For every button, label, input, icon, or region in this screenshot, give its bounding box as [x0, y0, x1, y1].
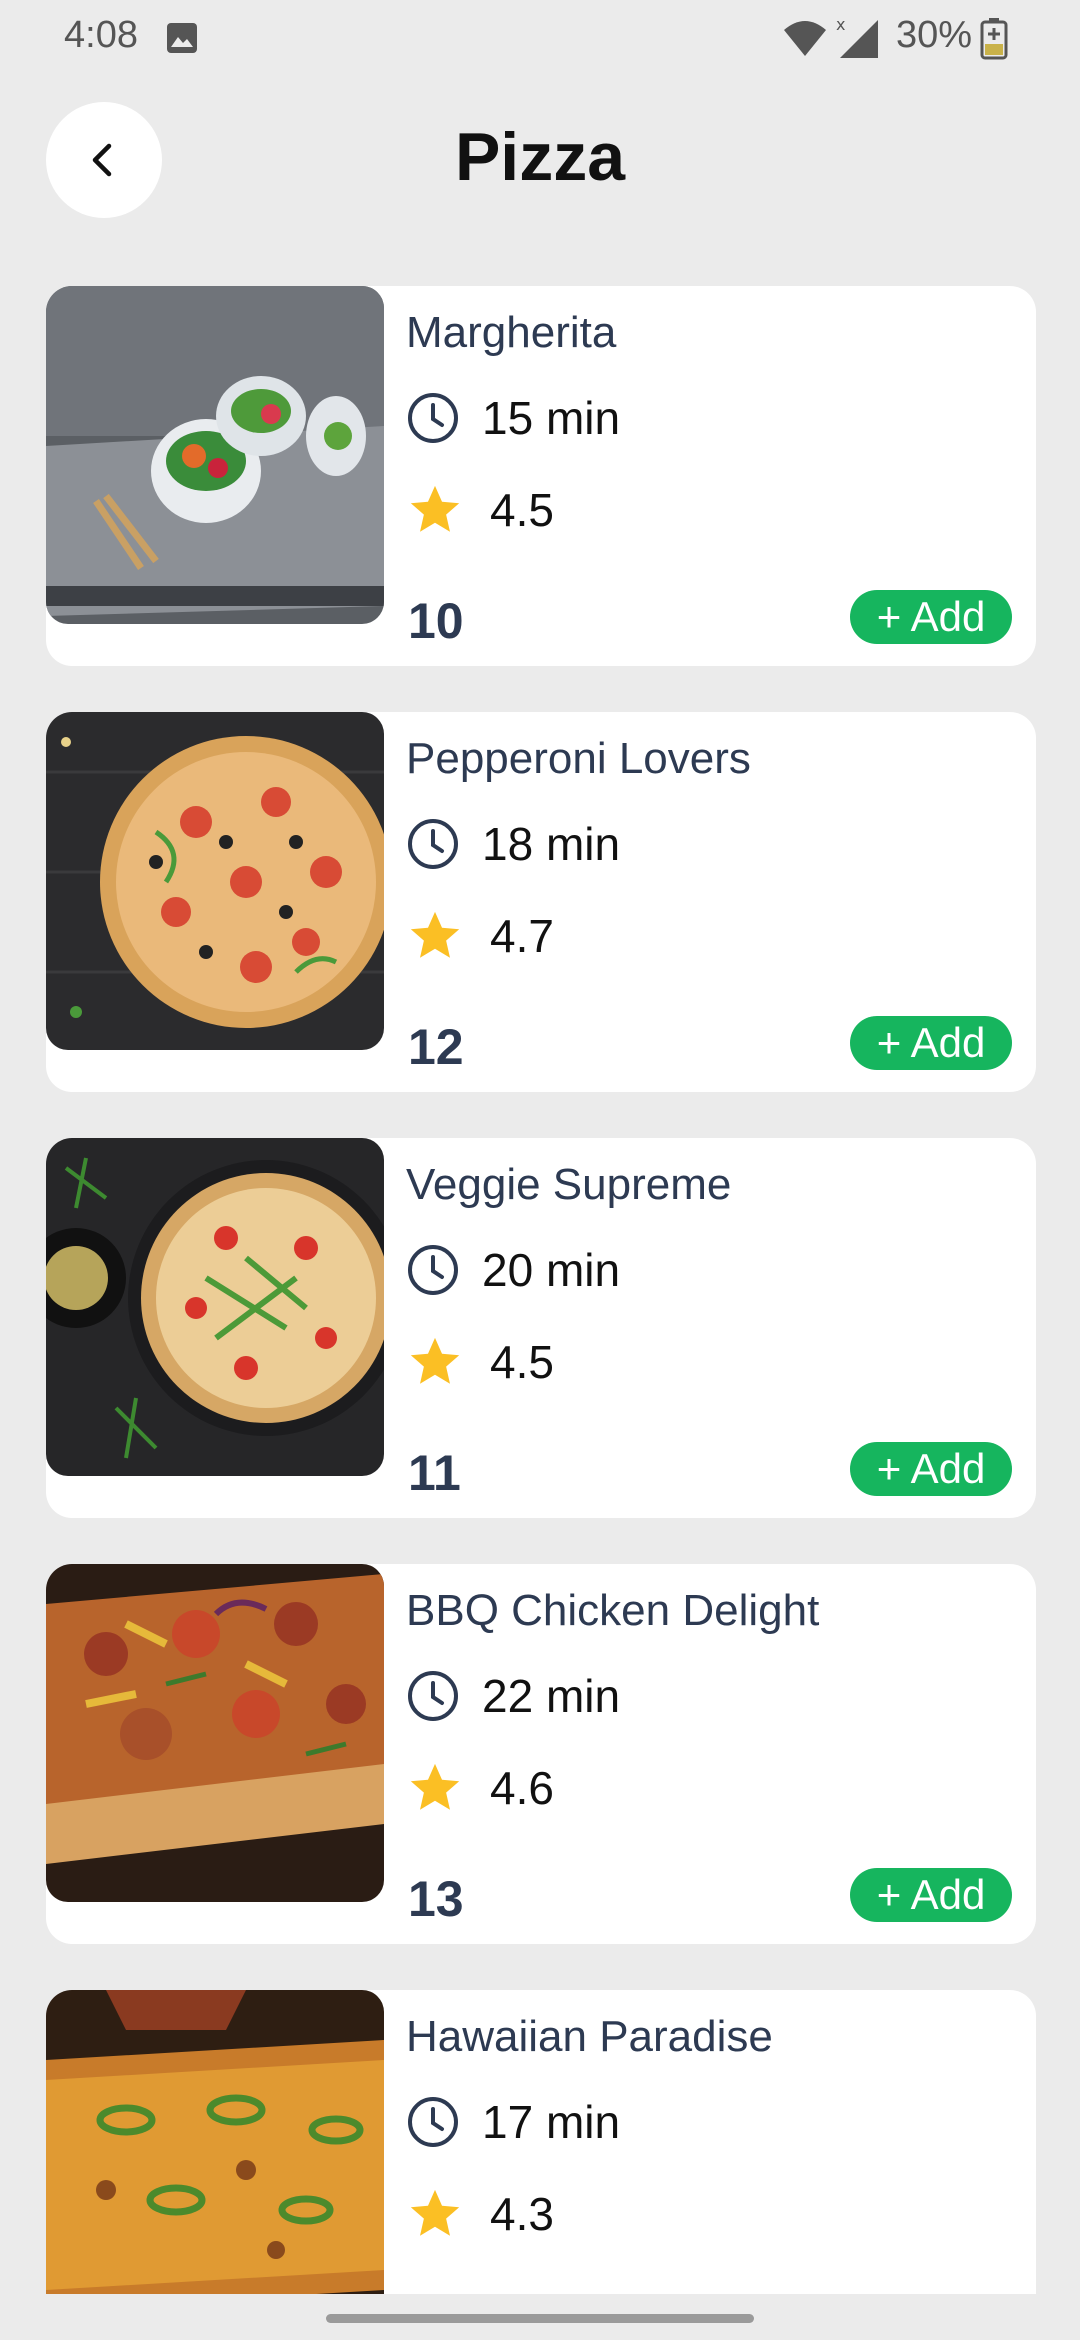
item-name: Margherita	[406, 308, 617, 357]
status-time: 4:08	[64, 14, 138, 56]
item-price: 11	[408, 1445, 461, 1501]
signal-icon: x	[836, 16, 878, 58]
clock-icon	[408, 819, 458, 869]
prep-time-text: 18 min	[482, 818, 621, 870]
item-price: 12	[408, 1019, 464, 1075]
prep-time: 18 min	[406, 816, 620, 872]
status-bar: 4:08 x 30%	[0, 0, 1080, 78]
rating-text: 4.6	[490, 1762, 554, 1814]
item-name: Veggie Supreme	[406, 1160, 732, 1209]
star-icon	[410, 1763, 460, 1810]
item-image	[46, 712, 384, 1050]
add-button[interactable]: + Add	[850, 1442, 1012, 1496]
clock-icon	[408, 2097, 458, 2147]
svg-text:x: x	[836, 16, 845, 34]
prep-time: 15 min	[406, 390, 620, 446]
item-name: Hawaiian Paradise	[406, 2012, 773, 2061]
battery-percentage: 30%	[896, 14, 973, 56]
rating: 4.5	[406, 1332, 554, 1392]
prep-time: 20 min	[406, 1242, 620, 1298]
rating: 4.6	[406, 1758, 554, 1818]
rating-text: 4.5	[490, 1336, 554, 1388]
item-price: 13	[408, 1871, 464, 1927]
rating: 4.5	[406, 480, 554, 540]
item-price: 10	[408, 593, 464, 649]
clock-icon	[408, 1671, 458, 1721]
item-card-margherita[interactable]: Margherita 15 min 4.5 10 + Add	[46, 286, 1036, 666]
item-card-pepperoni-lovers[interactable]: Pepperoni Lovers 18 min 4.7 12 + Add	[46, 712, 1036, 1092]
prep-time-text: 15 min	[482, 392, 621, 444]
add-button[interactable]: + Add	[850, 590, 1012, 644]
clock-icon	[408, 393, 458, 443]
star-icon	[410, 2189, 460, 2236]
item-image	[46, 1564, 384, 1902]
rating-text: 4.5	[490, 484, 554, 536]
prep-time: 17 min	[406, 2094, 620, 2150]
battery-icon	[980, 18, 1008, 60]
prep-time: 22 min	[406, 1668, 620, 1724]
rating: 4.3	[406, 2184, 554, 2244]
prep-time-text: 20 min	[482, 1244, 621, 1296]
item-list[interactable]: Margherita 15 min 4.5 10 + Add Pepperoni…	[0, 286, 1080, 2294]
item-name: BBQ Chicken Delight	[406, 1586, 820, 1635]
star-icon	[410, 911, 460, 958]
prep-time-text: 22 min	[482, 1670, 621, 1722]
item-name: Pepperoni Lovers	[406, 734, 751, 783]
rating: 4.7	[406, 906, 554, 966]
item-card-hawaiian-paradise[interactable]: Hawaiian Paradise 17 min 4.3	[46, 1990, 1036, 2294]
rating-text: 4.3	[490, 2188, 554, 2240]
wifi-icon	[784, 21, 826, 56]
item-image	[46, 1138, 384, 1476]
item-card-veggie-supreme[interactable]: Veggie Supreme 20 min 4.5 11 + Add	[46, 1138, 1036, 1518]
add-button[interactable]: + Add	[850, 1868, 1012, 1922]
gallery-icon	[167, 23, 197, 53]
home-indicator[interactable]	[326, 2314, 754, 2323]
item-image	[46, 1990, 384, 2294]
rating-text: 4.7	[490, 910, 554, 962]
star-icon	[410, 485, 460, 532]
item-image	[46, 286, 384, 624]
prep-time-text: 17 min	[482, 2096, 621, 2148]
item-card-bbq-chicken-delight[interactable]: BBQ Chicken Delight 22 min 4.6 13 + Add	[46, 1564, 1036, 1944]
star-icon	[410, 1337, 460, 1384]
add-button[interactable]: + Add	[850, 1016, 1012, 1070]
clock-icon	[408, 1245, 458, 1295]
page-title: Pizza	[454, 119, 626, 195]
